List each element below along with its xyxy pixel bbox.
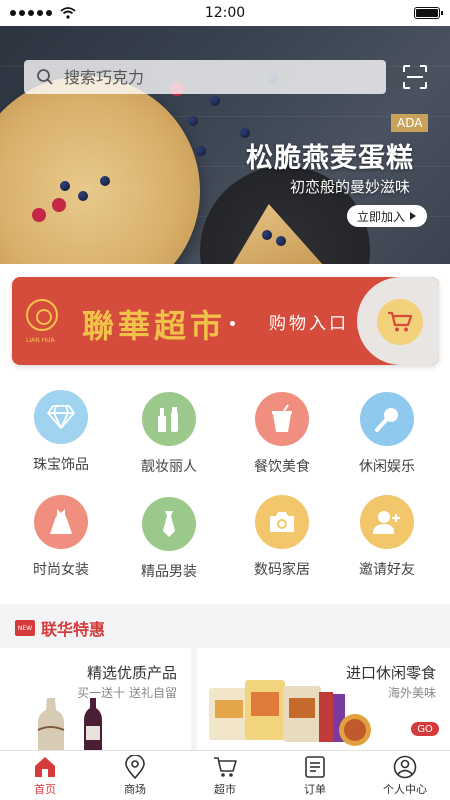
new-badge-icon: NEW	[15, 620, 35, 636]
category-label: 邀请好友	[359, 562, 415, 578]
category-womens-fashion[interactable]: 时尚女装	[6, 495, 116, 579]
tab-label: 订单	[304, 782, 326, 796]
card-title: 精选优质产品	[86, 664, 177, 682]
cake-image	[0, 76, 200, 264]
status-bar: 12:00	[0, 0, 450, 26]
scan-icon[interactable]	[402, 64, 428, 90]
tab-label: 超市	[214, 782, 236, 796]
dress-icon	[34, 495, 88, 549]
battery-icon	[414, 7, 443, 19]
search-bar[interactable]	[24, 60, 386, 94]
home-icon	[35, 756, 55, 777]
camera-icon	[255, 495, 309, 549]
supermarket-entry[interactable]: LIAN HUA 聯華超市 购物入口	[12, 277, 439, 365]
tab-mall[interactable]: 商场	[90, 751, 180, 800]
add-friend-icon	[360, 495, 414, 549]
tab-supermarket[interactable]: 超市	[180, 751, 270, 800]
category-label: 精品男装	[141, 564, 197, 580]
shopping-entry-label: 购物入口	[269, 314, 349, 334]
category-food[interactable]: 餐饮美食	[227, 392, 337, 476]
go-button[interactable]: GO	[411, 722, 439, 736]
logo-small-text: LIAN HUA	[26, 337, 55, 344]
search-icon	[37, 69, 53, 85]
promo-title: 联华特惠	[41, 620, 106, 639]
brand-tag: ADA	[391, 114, 429, 132]
cart-icon[interactable]	[377, 299, 423, 345]
category-label: 靓妆丽人	[141, 459, 197, 475]
category-invite-friends[interactable]: 邀请好友	[332, 495, 442, 579]
clock: 12:00	[204, 5, 246, 21]
join-now-button[interactable]: 立即加入	[347, 205, 427, 227]
join-now-label: 立即加入	[356, 209, 405, 224]
bottom-tab-bar: 首页 商场 超市 订单 个人中心	[0, 750, 450, 800]
tie-icon	[142, 497, 196, 551]
logo-text: 聯華超市	[82, 307, 227, 345]
tab-home[interactable]: 首页	[0, 751, 90, 800]
category-label: 休闲娱乐	[359, 459, 415, 475]
cosmetics-icon	[142, 392, 196, 446]
microphone-icon	[360, 392, 414, 446]
tab-profile[interactable]: 个人中心	[360, 751, 450, 800]
diamond-icon	[34, 390, 88, 444]
category-label: 数码家居	[254, 562, 310, 578]
category-beauty[interactable]: 靓妆丽人	[114, 392, 224, 476]
play-arrow-icon	[410, 212, 416, 220]
category-label: 餐饮美食	[254, 459, 310, 475]
hero-banner[interactable]: ADA 松脆燕麦蛋糕 初恋般的曼妙滋味 立即加入	[0, 26, 450, 264]
home-screen: 12:00 搜索巧克力 ADA 松脆燕麦蛋糕 初恋般的曼妙滋味 立即加入 LIA…	[0, 0, 450, 800]
promo-card-quality[interactable]: 精选优质产品 买一送十 送礼自留	[0, 648, 197, 750]
tab-label: 首页	[34, 782, 56, 796]
wine-bottles-image	[37, 698, 102, 750]
tab-label: 个人中心	[383, 782, 427, 796]
search-input[interactable]	[64, 67, 354, 87]
drink-icon	[255, 392, 309, 446]
category-leisure[interactable]: 休闲娱乐	[332, 392, 442, 476]
category-label: 珠宝饰品	[33, 457, 89, 473]
tab-orders[interactable]: 订单	[270, 751, 360, 800]
user-icon	[393, 755, 417, 778]
order-icon	[305, 755, 325, 778]
snacks-image	[209, 680, 371, 746]
category-mens-fashion[interactable]: 精品男装	[114, 497, 224, 581]
card-subtitle: 海外美味	[387, 686, 436, 700]
banner-subline: 初恋般的曼妙滋味	[290, 178, 411, 196]
location-icon	[125, 754, 145, 779]
category-jewelry[interactable]: 珠宝饰品	[6, 390, 116, 474]
promo-header: NEW 联华特惠	[15, 616, 105, 640]
lianhua-logo-icon	[26, 299, 58, 331]
cart-icon	[214, 756, 237, 777]
category-label: 时尚女装	[33, 562, 89, 578]
tab-label: 商场	[124, 782, 146, 796]
banner-headline: 松脆燕麦蛋糕	[246, 143, 414, 174]
category-digital-home[interactable]: 数码家居	[227, 495, 337, 579]
